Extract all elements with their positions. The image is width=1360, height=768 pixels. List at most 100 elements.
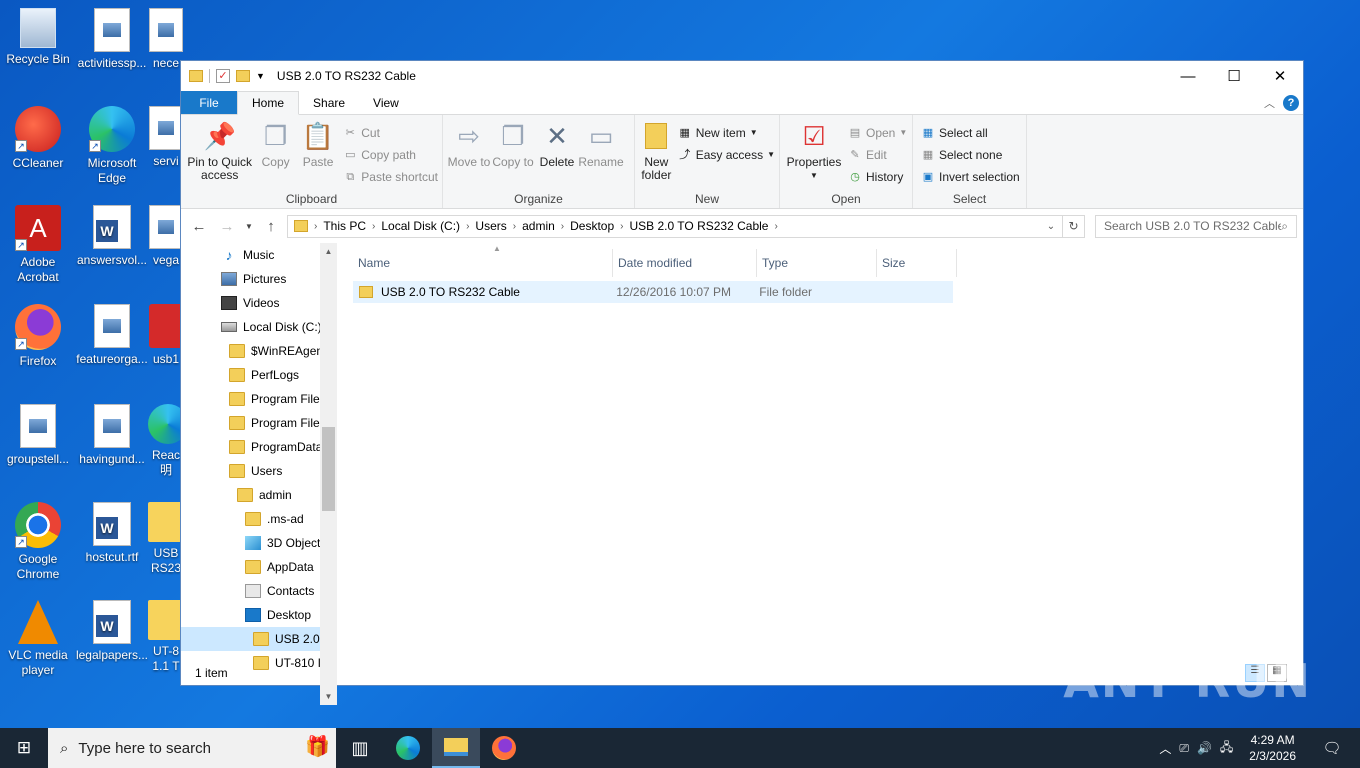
minimize-ribbon-icon[interactable]: ︿ xyxy=(1264,95,1275,111)
copy-path-button[interactable]: ▭ Copy path xyxy=(343,145,438,164)
select-all-button[interactable]: ▦ Select all xyxy=(921,123,1020,142)
nav-item[interactable]: Users xyxy=(181,459,337,483)
breadcrumb-separator-icon[interactable]: › xyxy=(774,221,777,232)
scroll-down-icon[interactable]: ▼ xyxy=(320,688,337,705)
copy-to-button[interactable]: ❐ Copy to xyxy=(491,119,535,190)
address-bar[interactable]: › This PC › Local Disk (C:) › Users › ad… xyxy=(287,214,1085,238)
desktop-icon-featureorga[interactable]: featureorga... xyxy=(74,304,150,367)
network-icon[interactable]: 🖧 xyxy=(1220,738,1233,759)
new-folder-button[interactable]: New folder xyxy=(639,119,674,190)
nav-item[interactable]: Pictures xyxy=(181,267,337,291)
recent-locations-icon[interactable]: ▼ xyxy=(243,222,255,231)
desktop-icon-ut8[interactable]: UT-8 1.1 T xyxy=(148,600,184,674)
nav-item[interactable]: admin xyxy=(181,483,337,507)
breadcrumb-current-folder[interactable]: USB 2.0 TO RS232 Cable xyxy=(624,219,775,233)
pin-to-quick-access-button[interactable]: 📌 Pin to Quick access xyxy=(185,119,254,190)
search-box[interactable]: Search USB 2.0 TO RS232 Cable ⌕ xyxy=(1095,214,1297,238)
notifications-icon[interactable]: 🗨 xyxy=(1312,739,1352,757)
back-arrow-icon[interactable]: ← xyxy=(187,218,211,235)
open-button[interactable]: ▤ Open ▼ xyxy=(848,123,907,142)
edit-button[interactable]: ✎ Edit xyxy=(848,145,907,164)
nav-item[interactable]: Program Files xyxy=(181,411,337,435)
up-arrow-icon[interactable]: ↑ xyxy=(259,218,283,235)
nav-item[interactable]: .ms-ad xyxy=(181,507,337,531)
forward-arrow-icon[interactable]: → xyxy=(215,218,239,235)
nav-item[interactable]: ProgramData xyxy=(181,435,337,459)
tab-share[interactable]: Share xyxy=(299,91,359,114)
title-bar[interactable]: ✓ ▼ USB 2.0 TO RS232 Cable — ☐ ✕ xyxy=(181,61,1303,91)
maximize-button[interactable]: ☐ xyxy=(1211,61,1257,91)
desktop-icon-answersvol[interactable]: W answersvol... xyxy=(74,205,150,268)
rename-button[interactable]: ▭ Rename xyxy=(578,119,623,190)
desktop-icon-ccleaner[interactable]: ↗ CCleaner xyxy=(0,106,76,171)
scroll-thumb[interactable] xyxy=(322,427,335,511)
column-header-date-modified[interactable]: Date modified xyxy=(613,249,757,277)
taskbar-file-explorer-button[interactable] xyxy=(432,728,480,768)
desktop-icon-groupstell[interactable]: groupstell... xyxy=(0,404,76,467)
customize-toolbar-dropdown-icon[interactable]: ▼ xyxy=(256,71,265,81)
desktop-icon-vlc[interactable]: VLC media player xyxy=(0,600,76,678)
invert-selection-button[interactable]: ▣ Invert selection xyxy=(921,167,1020,186)
nav-item[interactable]: 3D Objects xyxy=(181,531,337,555)
nav-item[interactable]: $WinREAgent xyxy=(181,339,337,363)
help-icon[interactable]: ? xyxy=(1283,95,1299,111)
file-row[interactable]: USB 2.0 TO RS232 Cable 12/26/2016 10:07 … xyxy=(353,281,953,303)
task-view-button[interactable]: ▥ xyxy=(336,728,384,768)
scroll-up-icon[interactable]: ▲ xyxy=(320,243,337,260)
select-none-button[interactable]: ▦ Select none xyxy=(921,145,1020,164)
paste-button[interactable]: 📋 Paste xyxy=(297,119,339,190)
tab-home[interactable]: Home xyxy=(237,91,300,115)
desktop-icon-chrome[interactable]: ↗ Google Chrome xyxy=(0,502,76,582)
taskbar-search-box[interactable]: ⌕ Type here to search 🎁 xyxy=(48,728,336,768)
desktop-icon-acrobat[interactable]: A ↗ Adobe Acrobat xyxy=(0,205,76,285)
taskbar-edge-button[interactable] xyxy=(384,728,432,768)
desktop-icon-havingund[interactable]: havingund... xyxy=(74,404,150,467)
delete-button[interactable]: ✕ Delete xyxy=(535,119,579,190)
start-button[interactable]: ⊞ xyxy=(0,728,48,768)
refresh-icon[interactable]: ↻ xyxy=(1062,215,1084,237)
history-button[interactable]: ◷ History xyxy=(848,167,907,186)
nav-item[interactable]: Contacts xyxy=(181,579,337,603)
desktop-icon-hostcut[interactable]: W hostcut.rtf xyxy=(74,502,150,565)
breadcrumb-users[interactable]: Users xyxy=(469,219,512,233)
show-hidden-icons-icon[interactable]: ︿ xyxy=(1159,740,1171,757)
desktop-icon-servi[interactable]: servi xyxy=(148,106,184,169)
desktop-icon-nece[interactable]: nece xyxy=(148,8,184,71)
copy-button[interactable]: ❐ Copy xyxy=(254,119,296,190)
volume-icon[interactable]: 🔊 xyxy=(1197,741,1212,755)
address-history-dropdown-icon[interactable]: ⌄ xyxy=(1040,216,1062,237)
easy-access-button[interactable]: ⤴ Easy access ▼ xyxy=(678,145,775,164)
desktop-icon-legalpapers[interactable]: W legalpapers... xyxy=(74,600,150,663)
breadcrumb-this-pc[interactable]: This PC xyxy=(317,219,372,233)
move-to-button[interactable]: ⇨ Move to xyxy=(447,119,491,190)
nav-item[interactable]: USB 2.0 T xyxy=(181,627,337,651)
column-header-name[interactable]: Name xyxy=(353,249,613,277)
nav-item[interactable]: Videos xyxy=(181,291,337,315)
desktop-icon-vega[interactable]: vega xyxy=(148,205,184,268)
paste-shortcut-button[interactable]: ⧉ Paste shortcut xyxy=(343,167,438,186)
cut-button[interactable]: ✂ Cut xyxy=(343,123,438,142)
nav-item[interactable]: AppData xyxy=(181,555,337,579)
tab-view[interactable]: View xyxy=(359,91,413,114)
desktop-icon-usb1[interactable]: usb1 xyxy=(148,304,184,367)
nav-item[interactable]: Desktop xyxy=(181,603,337,627)
column-header-size[interactable]: Size xyxy=(877,249,957,277)
nav-item[interactable]: Program Files xyxy=(181,387,337,411)
desktop-icon-usb-rs23[interactable]: USB RS23 xyxy=(148,502,184,576)
minimize-button[interactable]: — xyxy=(1165,61,1211,91)
desktop-icon-firefox[interactable]: ↗ Firefox xyxy=(0,304,76,369)
clock[interactable]: 4:29 AM 2/3/2026 xyxy=(1241,732,1304,764)
desktop-icon-activitiessp[interactable]: activitiessp... xyxy=(74,8,150,71)
new-item-button[interactable]: ▦ New item ▼ xyxy=(678,123,775,142)
breadcrumb-local-disk[interactable]: Local Disk (C:) xyxy=(375,219,466,233)
desktop-icon-edge[interactable]: ↗ Microsoft Edge xyxy=(74,106,150,186)
column-header-type[interactable]: Type xyxy=(757,249,877,277)
nav-item[interactable]: Local Disk (C:) xyxy=(181,315,337,339)
taskbar-firefox-button[interactable] xyxy=(480,728,528,768)
nav-item[interactable]: PerfLogs xyxy=(181,363,337,387)
nav-item[interactable]: ♪ Music xyxy=(181,243,337,267)
tab-file[interactable]: File xyxy=(181,91,237,114)
breadcrumb-admin[interactable]: admin xyxy=(516,219,561,233)
desktop-icon-recycle-bin[interactable]: Recycle Bin xyxy=(0,8,76,67)
meet-now-icon[interactable]: ⎚ xyxy=(1179,741,1189,756)
